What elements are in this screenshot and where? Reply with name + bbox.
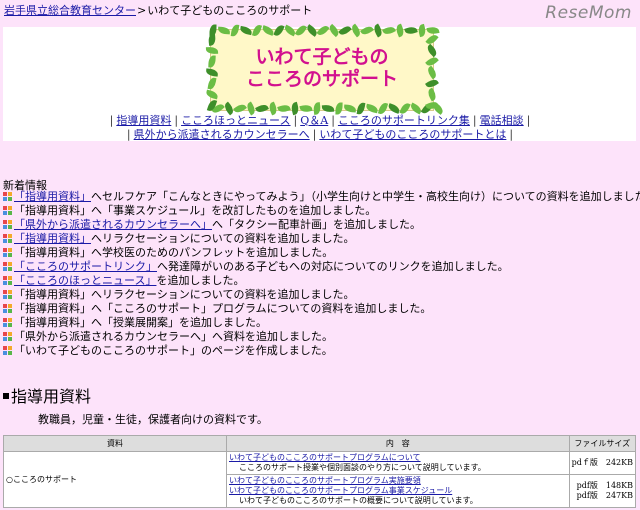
leaf-icon: [230, 24, 240, 37]
list-item: 「指導用資料」へリラクセーションについての資料を追加しました。: [3, 288, 639, 302]
square-bullet-icon: [3, 393, 9, 399]
material-link[interactable]: いわて子どものこころのサポートプログラム実施要領: [229, 476, 421, 485]
news-link[interactable]: 「こころのほっとニュース」: [14, 274, 156, 287]
bullet-icon: [3, 276, 12, 285]
bullet-icon: [3, 318, 12, 327]
site-logo[interactable]: いわて子どもの こころのサポート: [205, 23, 445, 116]
section-description: 教職員，児童・生徒，保護者向けの資料です。: [38, 413, 268, 426]
news-link[interactable]: 「指導用資料」: [14, 190, 91, 203]
news-text: へ「タクシー配車計画」を追加しました。: [212, 218, 421, 231]
watermark-logo: ReseMom: [545, 3, 632, 23]
nav-qa[interactable]: Q＆A: [300, 114, 328, 127]
nav-row-2: | 県外から派遣されるカウンセラーへ | いわて子どものこころのサポートとは |: [126, 128, 514, 141]
bullet-icon: [3, 262, 12, 271]
breadcrumb-separator: >: [137, 4, 147, 17]
news-text: 「指導用資料」へ「事業スケジュール」を改訂したものを追加しました。: [14, 204, 377, 217]
nav-counselors[interactable]: 県外から派遣されるカウンセラーへ: [134, 128, 310, 141]
news-link[interactable]: 「こころのサポートリンク」: [14, 260, 157, 273]
nav-about[interactable]: いわて子どものこころのサポートとは: [319, 128, 506, 141]
news-text: を追加しました。: [156, 274, 245, 287]
bullet-icon: [3, 220, 12, 229]
list-item: 「こころのほっとニュース」を追加しました。: [3, 274, 639, 288]
column-header-content: 内 容: [226, 435, 570, 452]
news-link[interactable]: 「県外から派遣されるカウンセラーへ」: [14, 218, 212, 231]
leaf-icon: [207, 33, 217, 46]
list-item: 「指導用資料」へ「こころのサポート」プログラムについての資料を追加しました。: [3, 302, 639, 316]
leaf-icon: [338, 23, 352, 38]
table-row: ○こころのサポート いわて子どものこころのサポートプログラムについて こころのサ…: [3, 451, 637, 508]
news-text: 「指導用資料」へ「授業展開案」を追加しました。: [14, 316, 267, 329]
file-size-1: pdf版 148KB: [576, 481, 633, 490]
list-item: 「県外から派遣されるカウンセラーへ」へ「タクシー配車計画」を追加しました。: [3, 218, 639, 232]
section-heading: 指導用資料: [3, 383, 91, 407]
list-item: 「指導用資料」へ「事業スケジュール」を改訂したものを追加しました。: [3, 204, 639, 218]
material-link[interactable]: いわて子どものこころのサポートプログラムについて: [229, 453, 421, 462]
nav-hot-news[interactable]: こころほっとニュース: [181, 114, 290, 127]
list-item: 「県外から派遣されるカウンセラーへ」へ資料を追加しました。: [3, 330, 639, 344]
column-header-filesize: ファイルサイズ: [568, 435, 637, 452]
breadcrumb: 岩手県立総合教育センター>いわて子どものこころのサポート: [4, 4, 312, 18]
news-list: 「指導用資料」へセルフケア「こんなときにやってみよう」（小学生向けと中学生・高校…: [3, 190, 640, 358]
news-text: へリラクセーションについての資料を追加しました。: [91, 232, 355, 245]
leaf-icon: [316, 23, 330, 38]
bullet-icon: [3, 206, 12, 215]
leaf-icon: [251, 23, 263, 38]
nav-phone-consult[interactable]: 電話相談: [480, 114, 524, 127]
list-item: 「指導用資料」へセルフケア「こんなときにやってみよう」（小学生向けと中学生・高校…: [3, 190, 640, 204]
bullet-icon: [3, 192, 12, 201]
news-link[interactable]: 「指導用資料」: [14, 232, 91, 245]
bullet-icon: [3, 332, 12, 341]
material-description: こころのサポート授業や個別面談のやり方について説明しています。: [239, 463, 486, 472]
breadcrumb-link-center[interactable]: 岩手県立総合教育センター: [4, 4, 136, 17]
row-category: ○こころのサポート: [3, 451, 227, 508]
list-item: 「こころのサポートリンク」へ発達障がいのある子どもへの対応についてのリンクを追加…: [3, 260, 639, 274]
bullet-icon: [3, 248, 12, 257]
list-item: 「指導用資料」へ学校医のためのパンフレットを追加しました。: [3, 246, 639, 260]
content-cell: いわて子どものこころのサポートプログラムについて こころのサポート授業や個別面談…: [226, 451, 570, 475]
news-text: 「いわて子どものこころのサポート」のページを作成しました。: [14, 344, 333, 357]
leaf-icon: [273, 23, 285, 38]
list-item: 「指導用資料」へリラクセーションについての資料を追加しました。: [3, 232, 639, 246]
section-heading-text: 指導用資料: [11, 387, 92, 406]
news-text: 「指導用資料」へ「こころのサポート」プログラムについての資料を追加しました。: [14, 302, 432, 315]
material-description: いわて子どものこころのサポートの概要について説明しています。: [239, 496, 478, 505]
nav-row-1: | 指導用資料 | こころほっとニュース | Q＆A | こころのサポートリンク集 | 電話相談 |: [109, 114, 531, 127]
column-header-material: 資料: [3, 435, 227, 452]
breadcrumb-current: いわて子どものこころのサポート: [147, 4, 313, 17]
table-header-row: 資料 内 容 ファイルサイズ: [3, 435, 637, 452]
news-text: 「県外から派遣されるカウンセラーへ」へ資料を追加しました。: [14, 330, 333, 343]
materials-table: 資料 内 容 ファイルサイズ ○こころのサポート いわて子どものこころのサポート…: [3, 435, 637, 508]
list-item: 「指導用資料」へ「授業展開案」を追加しました。: [3, 316, 639, 330]
file-size: pdf版 148KB pdf版 247KB: [568, 474, 637, 508]
nav-materials[interactable]: 指導用資料: [116, 114, 171, 127]
file-size-2: pdf版 247KB: [576, 491, 633, 500]
nav-support-links[interactable]: こころのサポートリンク集: [338, 114, 470, 127]
file-size: pdｆ版 242KB: [568, 451, 637, 475]
list-item: 「いわて子どものこころのサポート」のページを作成しました。: [3, 344, 639, 358]
leaf-icon: [417, 23, 427, 38]
logo-title-line2: こころのサポート: [245, 68, 398, 90]
news-text: 「指導用資料」へリラクセーションについての資料を追加しました。: [14, 288, 355, 301]
bullet-icon: [3, 346, 12, 355]
bullet-icon: [3, 290, 12, 299]
leaf-icon: [294, 23, 308, 38]
news-text: へ発達障がいのある子どもへの対応についてのリンクを追加しました。: [157, 260, 509, 273]
logo-title-line1: いわて子どもの: [255, 46, 389, 68]
material-link[interactable]: いわて子どものこころのサポートプログラム事業スケジュール: [229, 486, 452, 495]
bullet-icon: [3, 234, 12, 243]
bullet-icon: [3, 304, 12, 313]
content-cell: いわて子どものこころのサポートプログラム実施要領 いわて子どものこころのサポート…: [226, 474, 570, 508]
news-text: へセルフケア「こんなときにやってみよう」（小学生向けと中学生・高校生向け）につい…: [91, 190, 640, 203]
news-text: 「指導用資料」へ学校医のためのパンフレットを追加しました。: [14, 246, 334, 259]
